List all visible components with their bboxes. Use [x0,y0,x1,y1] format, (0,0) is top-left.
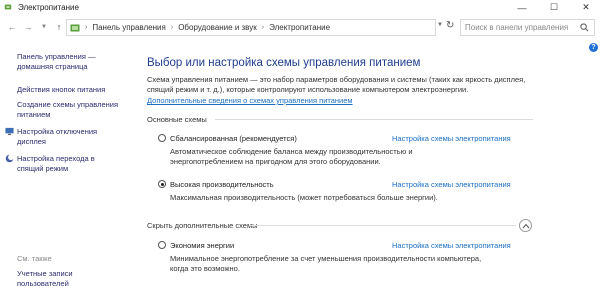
plan-power-saver-radio[interactable] [158,241,166,249]
breadcrumb-separator-icon: › [170,24,174,31]
search-icon [580,23,589,32]
plan-power-saver-settings-link[interactable]: Настройка схемы электропитания [392,241,511,250]
plan-high-performance-radio[interactable] [158,180,166,188]
moon-icon [5,154,14,163]
breadcrumb-hardware-sound[interactable]: Оборудование и звук [178,23,257,32]
sidebar-item-display-off[interactable]: Настройка отключения дисплея [17,127,117,147]
back-arrow-icon[interactable]: ← [7,21,17,33]
minimize-button[interactable]: — [508,0,536,15]
recent-pages-chevron-icon[interactable]: ▼ [39,21,49,33]
plan-balanced-settings-link[interactable]: Настройка схемы электропитания [392,134,511,143]
breadcrumb-separator-icon: › [261,24,265,31]
sidebar-item-power-buttons[interactable]: Действия кнопок питания [17,85,137,95]
sidebar-item-control-panel-home[interactable]: Панель управления — домашняя страница [17,52,127,72]
monitor-icon [5,127,14,136]
address-dropdown-chevron-icon[interactable]: ▼ [437,22,443,28]
plan-balanced-radio[interactable] [158,134,166,142]
window-title: Электропитание [18,3,79,12]
sidebar-item-create-plan[interactable]: Создание схемы управления питанием [17,100,137,120]
plan-balanced-label[interactable]: Сбалансированная (рекомендуется) [170,134,297,143]
plan-balanced-description: Автоматическое соблюдение баланса между … [170,147,413,166]
sidebar-item-user-accounts[interactable]: Учетные записи пользователей [17,269,107,289]
group-divider [250,225,516,226]
refresh-icon[interactable]: ↻ [446,20,454,31]
breadcrumb-control-panel[interactable]: Панель управления [92,23,166,32]
collapse-chevron-up-icon[interactable] [519,219,532,232]
help-icon[interactable]: ? [589,43,598,52]
page-title: Выбор или настройка схемы управления пит… [147,57,421,69]
primary-plans-heading: Основные схемы [147,115,207,124]
address-bar: ← → ▼ ↑ › Панель управления › Оборудован… [0,17,600,37]
control-panel-icon [70,24,80,31]
maximize-button[interactable]: ☐ [540,0,568,15]
title-bar: Электропитание — ☐ ✕ [0,0,600,15]
close-button[interactable]: ✕ [572,0,600,15]
sidebar-item-sleep[interactable]: Настройка перехода в спящий режим [17,154,117,174]
breadcrumb[interactable]: › Панель управления › Оборудование и зву… [66,19,436,36]
more-info-link[interactable]: Дополнительные сведения о схемах управле… [147,96,353,105]
power-options-icon [4,4,12,10]
intro-text: Схема управления питанием — это набор па… [147,75,526,94]
hidden-plans-toggle-label[interactable]: Скрыть дополнительные схемы [147,221,258,230]
plan-high-performance-settings-link[interactable]: Настройка схемы электропитания [392,180,511,189]
up-arrow-icon[interactable]: ↑ [54,21,64,33]
breadcrumb-power-options[interactable]: Электропитание [269,23,330,32]
plan-high-performance-label[interactable]: Высокая производительность [170,180,274,189]
forward-arrow-icon[interactable]: → [23,21,33,33]
plan-power-saver-description: Минимальное энергопотребление за счет ум… [170,254,482,273]
search-placeholder: Поиск в панели управления [465,23,569,32]
chevron-up-icon [522,223,529,228]
search-input[interactable]: Поиск в панели управления [460,19,595,36]
group-divider [215,119,533,120]
plan-high-performance-description: Максимальная производительность (может п… [170,193,438,202]
see-also-heading: См. также [17,254,52,263]
breadcrumb-separator-icon: › [85,24,88,31]
plan-power-saver-label[interactable]: Экономия энергии [170,241,234,250]
